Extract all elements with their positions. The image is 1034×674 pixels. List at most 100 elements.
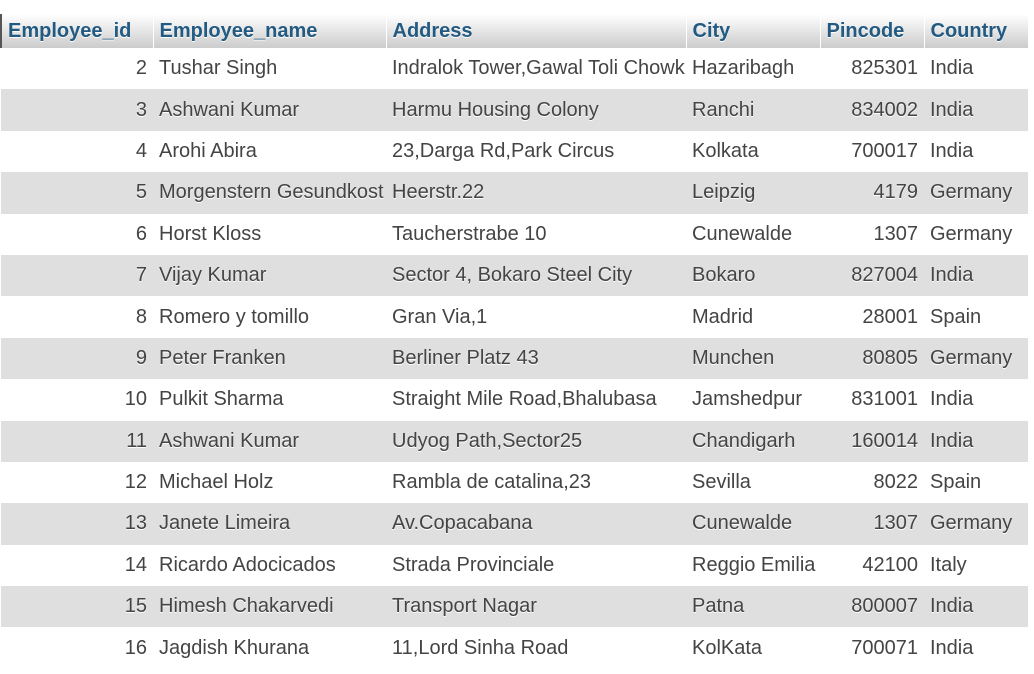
employee-name-cell[interactable]: Horst Kloss: [153, 213, 386, 255]
column-header-employee-name[interactable]: Employee_name: [152, 14, 387, 48]
employee-id-cell[interactable]: 8: [1, 296, 153, 338]
pincode-cell[interactable]: 8022: [820, 461, 924, 504]
column-header-employee-id[interactable]: Employee_id: [0, 14, 154, 48]
column-header-country[interactable]: Country: [923, 14, 1029, 48]
address-cell[interactable]: Taucherstrabe 10: [386, 213, 686, 255]
pincode-cell[interactable]: 42100: [820, 544, 924, 587]
country-cell[interactable]: India: [924, 130, 1028, 173]
address-cell[interactable]: Berliner Platz 43: [386, 337, 686, 380]
pincode-cell[interactable]: 827004: [820, 254, 924, 297]
address-cell[interactable]: Harmu Housing Colony: [386, 89, 686, 131]
city-cell[interactable]: Sevilla: [686, 461, 820, 504]
table-row[interactable]: 15 Himesh Chakarvedi Transport Nagar Patna 8…: [1, 586, 1028, 628]
pincode-cell[interactable]: 831001: [820, 379, 924, 421]
employee-id-cell[interactable]: 3: [1, 89, 153, 131]
employee-name-cell[interactable]: Ashwani Kumar: [153, 420, 386, 462]
city-cell[interactable]: Reggio Emilia: [686, 544, 820, 587]
employee-id-cell[interactable]: 14: [1, 544, 153, 587]
employee-name-cell[interactable]: Peter Franken: [153, 337, 386, 380]
table-row[interactable]: 9 Peter Franken Berliner Platz 43 Munchen 80…: [1, 337, 1028, 380]
table-row[interactable]: 2 Tushar Singh Indralok Tower,Gawal Toli C…: [1, 48, 1028, 90]
city-cell[interactable]: Cunewalde: [686, 213, 820, 255]
employee-name-cell[interactable]: Himesh Chakarvedi: [153, 586, 386, 628]
table-row[interactable]: 4 Arohi Abira 23,Darga Rd,Park Circus Kolka…: [1, 130, 1028, 173]
pincode-cell[interactable]: 700071: [820, 627, 924, 669]
city-cell[interactable]: Bokaro: [686, 254, 820, 297]
table-row[interactable]: 16 Jagdish Khurana 11,Lord Sinha Road KolKa…: [1, 627, 1028, 669]
pincode-cell[interactable]: 80805: [820, 337, 924, 380]
pincode-cell[interactable]: 800007: [820, 586, 924, 628]
pincode-cell[interactable]: 825301: [820, 48, 924, 90]
table-row[interactable]: 5 Morgenstern Gesundkost Heerstr.22 Leipzig…: [1, 172, 1028, 214]
city-cell[interactable]: Ranchi: [686, 89, 820, 131]
employee-id-cell[interactable]: 4: [1, 130, 153, 173]
address-cell[interactable]: Strada Provinciale: [386, 544, 686, 587]
country-cell[interactable]: India: [924, 254, 1028, 297]
city-cell[interactable]: Hazaribagh: [686, 48, 820, 90]
pincode-cell[interactable]: 1307: [820, 503, 924, 545]
pincode-cell[interactable]: 700017: [820, 130, 924, 173]
employee-name-cell[interactable]: Vijay Kumar: [153, 254, 386, 297]
country-cell[interactable]: India: [924, 627, 1028, 669]
employee-name-cell[interactable]: Jagdish Khurana: [153, 627, 386, 669]
pincode-cell[interactable]: 834002: [820, 89, 924, 131]
country-cell[interactable]: Spain: [924, 296, 1028, 338]
address-cell[interactable]: Rambla de catalina,23: [386, 461, 686, 504]
address-cell[interactable]: Transport Nagar: [386, 586, 686, 628]
city-cell[interactable]: Kolkata: [686, 130, 820, 173]
country-cell[interactable]: India: [924, 379, 1028, 421]
address-cell[interactable]: Sector 4, Bokaro Steel City: [386, 254, 686, 297]
employee-name-cell[interactable]: Arohi Abira: [153, 130, 386, 173]
country-cell[interactable]: India: [924, 420, 1028, 462]
city-cell[interactable]: Jamshedpur: [686, 379, 820, 421]
city-cell[interactable]: KolKata: [686, 627, 820, 669]
city-cell[interactable]: Munchen: [686, 337, 820, 380]
table-row[interactable]: 6 Horst Kloss Taucherstrabe 10 Cunewalde 130…: [1, 213, 1028, 255]
pincode-cell[interactable]: 28001: [820, 296, 924, 338]
table-row[interactable]: 3 Ashwani Kumar Harmu Housing Colony Ranchi…: [1, 89, 1028, 131]
column-header-city[interactable]: City: [685, 14, 821, 48]
employee-id-cell[interactable]: 16: [1, 627, 153, 669]
country-cell[interactable]: India: [924, 48, 1028, 90]
address-cell[interactable]: Indralok Tower,Gawal Toli Chowk: [386, 48, 686, 90]
country-cell[interactable]: Italy: [924, 544, 1028, 587]
table-row[interactable]: 14 Ricardo Adocicados Strada Provinciale Re…: [1, 544, 1028, 587]
city-cell[interactable]: Chandigarh: [686, 420, 820, 462]
employee-id-cell[interactable]: 7: [1, 254, 153, 297]
employee-name-cell[interactable]: Ricardo Adocicados: [153, 544, 386, 587]
table-row[interactable]: 8 Romero y tomillo Gran Via,1 Madrid 28001 Sp…: [1, 296, 1028, 338]
address-cell[interactable]: Av.Copacabana: [386, 503, 686, 545]
employee-name-cell[interactable]: Michael Holz: [153, 461, 386, 504]
address-cell[interactable]: Gran Via,1: [386, 296, 686, 338]
employee-name-cell[interactable]: Janete Limeira: [153, 503, 386, 545]
pincode-cell[interactable]: 1307: [820, 213, 924, 255]
address-cell[interactable]: Udyog Path,Sector25: [386, 420, 686, 462]
employee-id-cell[interactable]: 11: [1, 420, 153, 462]
table-row[interactable]: 11 Ashwani Kumar Udyog Path,Sector25 Chandi…: [1, 420, 1028, 462]
address-cell[interactable]: 11,Lord Sinha Road: [386, 627, 686, 669]
pincode-cell[interactable]: 160014: [820, 420, 924, 462]
column-header-pincode[interactable]: Pincode: [819, 14, 925, 48]
country-cell[interactable]: India: [924, 586, 1028, 628]
table-row[interactable]: 12 Michael Holz Rambla de catalina,23 Sevil…: [1, 461, 1028, 504]
country-cell[interactable]: Germany: [924, 337, 1028, 380]
city-cell[interactable]: Cunewalde: [686, 503, 820, 545]
city-cell[interactable]: Madrid: [686, 296, 820, 338]
employee-name-cell[interactable]: Tushar Singh: [153, 48, 386, 90]
city-cell[interactable]: Leipzig: [686, 172, 820, 214]
table-row[interactable]: 10 Pulkit Sharma Straight Mile Road,Bhalub…: [1, 379, 1028, 421]
employee-id-cell[interactable]: 13: [1, 503, 153, 545]
address-cell[interactable]: Heerstr.22: [386, 172, 686, 214]
pincode-cell[interactable]: 4179: [820, 172, 924, 214]
column-header-address[interactable]: Address: [385, 14, 687, 48]
table-row[interactable]: 13 Janete Limeira Av.Copacabana Cunewalde 13…: [1, 503, 1028, 545]
employee-id-cell[interactable]: 2: [1, 48, 153, 90]
country-cell[interactable]: Germany: [924, 213, 1028, 255]
employee-id-cell[interactable]: 5: [1, 172, 153, 214]
employee-name-cell[interactable]: Romero y tomillo: [153, 296, 386, 338]
country-cell[interactable]: India: [924, 89, 1028, 131]
address-cell[interactable]: 23,Darga Rd,Park Circus: [386, 130, 686, 173]
table-row[interactable]: 7 Vijay Kumar Sector 4, Bokaro Steel City B…: [1, 254, 1028, 297]
employee-id-cell[interactable]: 10: [1, 379, 153, 421]
country-cell[interactable]: Germany: [924, 503, 1028, 545]
